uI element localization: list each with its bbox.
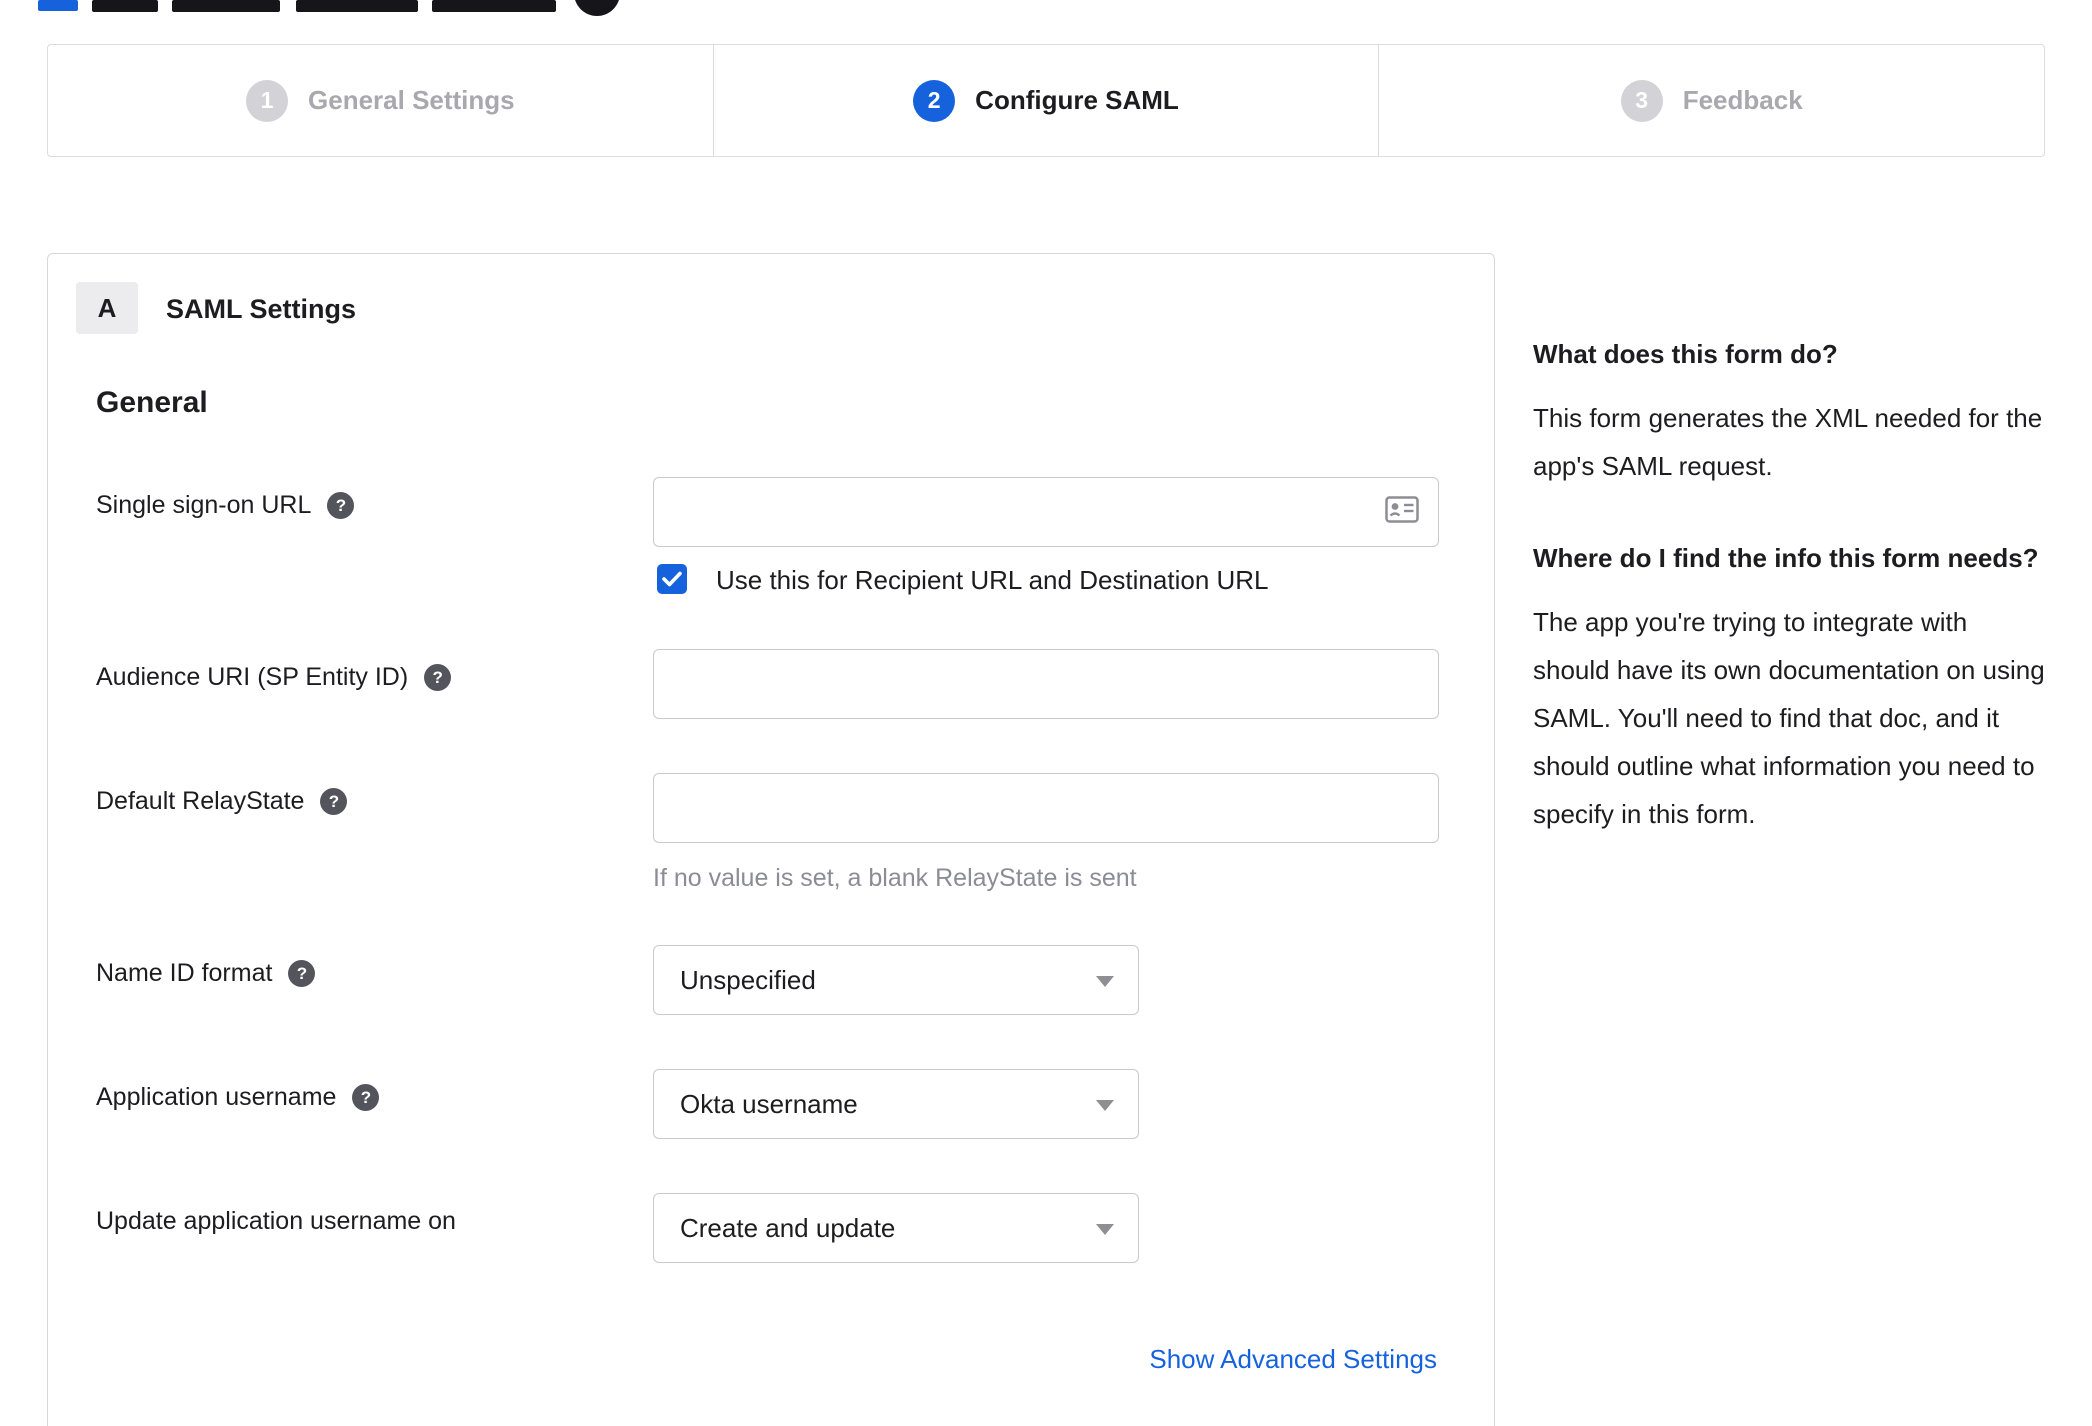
- saml-settings-panel: A SAML Settings General Single sign-on U…: [47, 253, 1495, 1426]
- help-icon[interactable]: ?: [352, 1084, 380, 1111]
- update-app-username-label: Update application username on: [96, 1207, 456, 1236]
- audience-uri-label-text: Audience URI (SP Entity ID): [96, 663, 409, 691]
- step-configure-saml[interactable]: 2 Configure SAML: [712, 45, 1379, 156]
- help-panel: What does this form do? This form genera…: [1533, 330, 2048, 882]
- chevron-down-icon: [1096, 976, 1114, 987]
- step-feedback[interactable]: 3 Feedback: [1378, 45, 2044, 156]
- app-username-label: Application username ?: [96, 1083, 380, 1112]
- app-username-value: Okta username: [680, 1088, 858, 1119]
- help-heading: What does this form do?: [1533, 339, 1838, 369]
- chevron-down-icon: [1096, 1224, 1114, 1235]
- chevron-down-icon: [1096, 1100, 1114, 1111]
- step-label: Feedback: [1682, 85, 1803, 115]
- step-number-badge: 2: [913, 79, 956, 122]
- clipped-title-fragment: [92, 0, 158, 12]
- clipped-logo-fragment: [38, 0, 78, 11]
- sso-url-label-text: Single sign-on URL: [96, 491, 312, 519]
- section-a-badge: A: [76, 282, 138, 334]
- name-id-format-label: Name ID format ?: [96, 959, 316, 988]
- help-icon[interactable]: ?: [288, 960, 316, 987]
- help-icon[interactable]: ?: [424, 664, 452, 691]
- audience-uri-input[interactable]: [653, 649, 1439, 719]
- step-label: General Settings: [308, 85, 515, 115]
- clipped-title-fragment: [432, 0, 556, 12]
- name-id-format-select[interactable]: Unspecified: [653, 945, 1139, 1015]
- step-general-settings[interactable]: 1 General Settings: [48, 45, 713, 156]
- step-number-badge: 3: [1620, 79, 1663, 122]
- recipient-url-checkbox[interactable]: [657, 564, 687, 594]
- update-app-username-label-text: Update application username on: [96, 1207, 456, 1235]
- app-username-label-text: Application username: [96, 1083, 337, 1111]
- relay-state-label: Default RelayState ?: [96, 787, 348, 816]
- wizard-stepper: 1 General Settings 2 Configure SAML 3 Fe…: [47, 44, 2045, 157]
- clipped-title-fragment: [172, 0, 280, 12]
- audience-uri-label: Audience URI (SP Entity ID) ?: [96, 663, 452, 692]
- relay-state-label-text: Default RelayState: [96, 787, 305, 815]
- clipped-title-fragment: [296, 0, 418, 12]
- clipped-page-header: [0, 0, 2092, 16]
- update-app-username-value: Create and update: [680, 1212, 896, 1243]
- update-app-username-select[interactable]: Create and update: [653, 1193, 1139, 1263]
- sso-url-input-wrap: [653, 477, 1439, 547]
- name-id-format-value: Unspecified: [680, 964, 816, 995]
- help-body: This form generates the XML needed for t…: [1533, 403, 2043, 481]
- sso-url-input[interactable]: [653, 477, 1439, 547]
- app-username-select[interactable]: Okta username: [653, 1069, 1139, 1139]
- show-advanced-settings-link[interactable]: Show Advanced Settings: [1149, 1344, 1437, 1375]
- relay-state-input[interactable]: [653, 773, 1439, 843]
- general-section-title: General: [96, 386, 208, 419]
- help-heading: Where do I find the info this form needs…: [1533, 543, 2039, 573]
- clipped-app-logo: [574, 0, 620, 16]
- checkmark-icon: [662, 571, 682, 587]
- step-number-badge: 1: [246, 79, 289, 122]
- contact-card-icon[interactable]: [1385, 496, 1419, 528]
- help-icon[interactable]: ?: [320, 788, 348, 815]
- help-body: The app you're trying to integrate with …: [1533, 607, 2045, 829]
- recipient-url-checkbox-label[interactable]: Use this for Recipient URL and Destinati…: [716, 565, 1269, 596]
- name-id-format-label-text: Name ID format: [96, 959, 273, 987]
- sso-url-label: Single sign-on URL ?: [96, 491, 355, 520]
- help-icon[interactable]: ?: [327, 492, 355, 519]
- panel-title: SAML Settings: [166, 294, 357, 324]
- step-label: Configure SAML: [975, 85, 1179, 115]
- relay-state-hint: If no value is set, a blank RelayState i…: [653, 864, 1137, 892]
